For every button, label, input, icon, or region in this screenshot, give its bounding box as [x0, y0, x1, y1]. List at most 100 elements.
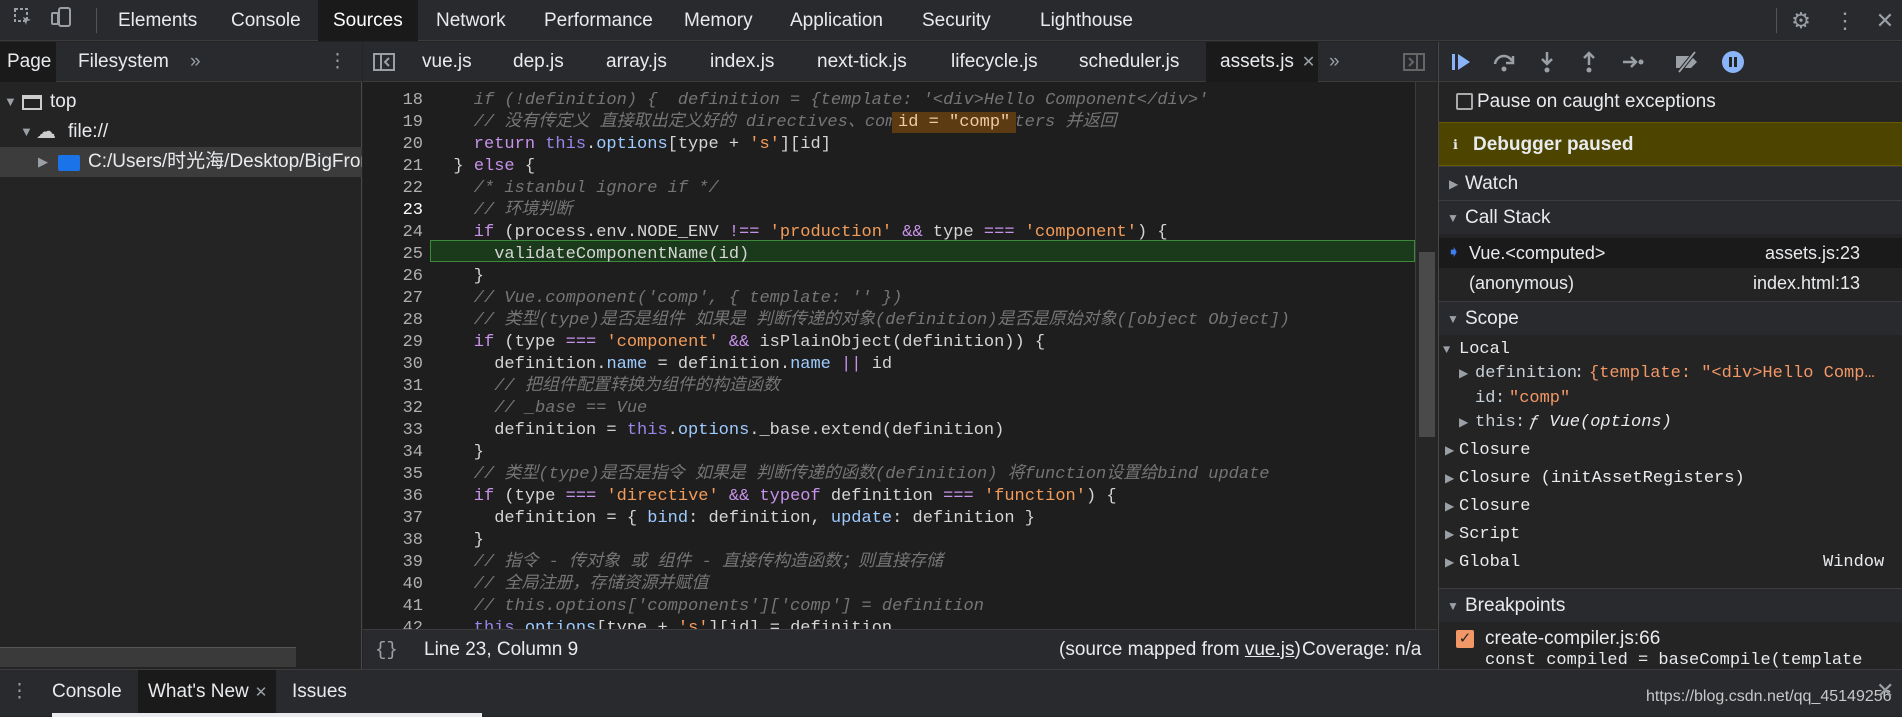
drawer-tab-console[interactable]: Console: [40, 670, 132, 714]
line-number[interactable]: 29: [363, 332, 423, 354]
line-number[interactable]: 21: [363, 156, 423, 178]
tab-console[interactable]: Console: [218, 0, 318, 41]
scope-closure-init[interactable]: ▶ Closure (initAssetRegisters): [1439, 466, 1902, 492]
scope-section-header[interactable]: ▼ Scope: [1439, 301, 1902, 335]
more-options-icon[interactable]: ⋮: [1828, 0, 1862, 41]
line-number[interactable]: 33: [363, 420, 423, 442]
line-number[interactable]: 36: [363, 486, 423, 508]
file-tab[interactable]: dep.js: [513, 42, 583, 82]
drawer-tab-whats-new[interactable]: What's New ✕: [138, 670, 276, 714]
scope-script[interactable]: ▶ Script: [1439, 522, 1902, 548]
scope-global[interactable]: ▶ Global Window: [1439, 550, 1902, 576]
step-into-icon[interactable]: [1537, 50, 1557, 80]
navigator-menu-icon[interactable]: ⋮: [328, 42, 352, 82]
scope-closure[interactable]: ▶ Closure: [1439, 438, 1902, 464]
tab-memory[interactable]: Memory: [674, 0, 770, 41]
line-number[interactable]: 35: [363, 464, 423, 486]
file-tab[interactable]: vue.js: [420, 42, 490, 82]
tree-item-folder[interactable]: ▶ C:/Users/时光海/Desktop/BigFron: [0, 147, 362, 177]
close-tab-icon[interactable]: ✕: [1302, 54, 1315, 71]
tab-network[interactable]: Network: [426, 0, 526, 41]
call-frame-row[interactable]: (anonymous) index.html:13: [1439, 268, 1902, 298]
file-tab[interactable]: next-tick.js: [817, 42, 917, 82]
line-number[interactable]: 42: [363, 618, 423, 629]
line-number[interactable]: 23: [363, 200, 423, 222]
line-number[interactable]: 37: [363, 508, 423, 530]
var-colon: :: [1515, 413, 1526, 432]
pause-caught-exceptions-row[interactable]: Pause on caught exceptions: [1439, 86, 1902, 118]
settings-gear-icon[interactable]: ⚙: [1784, 0, 1818, 41]
line-number[interactable]: 24: [363, 222, 423, 244]
file-tab[interactable]: scheduler.js: [1079, 42, 1189, 82]
scope-var-id[interactable]: id : "comp": [1439, 387, 1902, 411]
vertical-scrollbar[interactable]: [1415, 82, 1437, 629]
step-out-icon[interactable]: [1579, 50, 1599, 80]
drawer-menu-icon[interactable]: ⋮: [10, 670, 29, 714]
frame-location[interactable]: index.html:13: [1753, 268, 1860, 298]
line-number[interactable]: 31: [363, 376, 423, 398]
call-frame-row[interactable]: ➧ Vue.<computed> assets.js:23: [1439, 238, 1902, 268]
line-number[interactable]: 40: [363, 574, 423, 596]
close-devtools-icon[interactable]: ✕: [1868, 0, 1902, 41]
pause-on-exceptions-icon[interactable]: [1721, 50, 1745, 80]
toggle-debugger-icon[interactable]: [1403, 42, 1431, 82]
code-area[interactable]: 18 if (!definition) { definition = {temp…: [363, 82, 1415, 629]
call-stack-section-header[interactable]: ▼ Call Stack: [1439, 200, 1902, 234]
scope-local[interactable]: ▼ Local: [1439, 337, 1902, 363]
tab-page[interactable]: Page: [0, 42, 56, 82]
tab-performance[interactable]: Performance: [534, 0, 662, 41]
file-tab-active[interactable]: assets.js ✕: [1206, 42, 1318, 82]
line-number[interactable]: 26: [363, 266, 423, 288]
file-tab[interactable]: index.js: [710, 42, 790, 82]
scope-var-definition[interactable]: ▶ definition : {template: "<div>Hello Co…: [1439, 362, 1902, 386]
source-map-prefix: (source mapped from: [1059, 639, 1245, 660]
pretty-print-icon[interactable]: {}: [375, 630, 398, 670]
drawer-tab-issues[interactable]: Issues: [282, 670, 362, 714]
file-tab[interactable]: lifecycle.js: [951, 42, 1051, 82]
line-number[interactable]: 30: [363, 354, 423, 376]
step-icon[interactable]: [1621, 50, 1645, 80]
scope-closure[interactable]: ▶ Closure: [1439, 494, 1902, 520]
tab-security[interactable]: Security: [912, 0, 1022, 41]
line-number[interactable]: 41: [363, 596, 423, 618]
more-tabs-chevron-icon[interactable]: »: [190, 42, 214, 82]
line-number[interactable]: 25: [363, 244, 423, 266]
tree-item-origin[interactable]: ▼ ☁ file://: [0, 117, 362, 147]
line-number[interactable]: 39: [363, 552, 423, 574]
scrollbar-thumb[interactable]: [1419, 252, 1435, 437]
tab-lighthouse[interactable]: Lighthouse: [1030, 0, 1160, 41]
tab-elements[interactable]: Elements: [108, 0, 204, 41]
pause-caught-checkbox[interactable]: [1456, 93, 1473, 110]
line-number[interactable]: 34: [363, 442, 423, 464]
tree-item-top[interactable]: ▼ top: [0, 87, 362, 117]
tab-filesystem[interactable]: Filesystem: [70, 42, 180, 82]
resume-icon[interactable]: [1449, 50, 1473, 80]
line-number[interactable]: 28: [363, 310, 423, 332]
more-tabs-chevron-icon[interactable]: »: [1329, 42, 1351, 82]
line-number[interactable]: 38: [363, 530, 423, 552]
breakpoint-code[interactable]: const compiled = baseCompile(template: [1439, 650, 1902, 669]
tab-sources[interactable]: Sources: [318, 0, 418, 41]
file-tab[interactable]: array.js: [606, 42, 686, 82]
frame-location[interactable]: assets.js:23: [1765, 238, 1860, 268]
horizontal-scrollbar[interactable]: [0, 647, 296, 667]
line-number[interactable]: 20: [363, 134, 423, 156]
line-number[interactable]: 22: [363, 178, 423, 200]
inspect-element-icon[interactable]: [6, 0, 40, 41]
line-number[interactable]: 27: [363, 288, 423, 310]
line-number[interactable]: 32: [363, 398, 423, 420]
source-map-link[interactable]: vue.js: [1245, 639, 1295, 660]
toggle-navigator-icon[interactable]: [373, 42, 403, 82]
watch-section-header[interactable]: ▶ Watch: [1439, 166, 1902, 200]
line-number[interactable]: 19: [363, 112, 423, 134]
device-toolbar-icon[interactable]: [44, 0, 78, 41]
step-over-icon[interactable]: [1491, 50, 1517, 80]
close-tab-icon[interactable]: ✕: [255, 684, 268, 701]
close-drawer-icon[interactable]: ✕: [1876, 678, 1894, 704]
scope-var-this[interactable]: ▶ this : ƒ Vue(options): [1439, 411, 1902, 435]
deactivate-breakpoints-icon[interactable]: [1673, 50, 1701, 80]
tab-application[interactable]: Application: [780, 0, 910, 41]
breakpoints-section-header[interactable]: ▼ Breakpoints: [1439, 588, 1902, 622]
line-number[interactable]: 18: [363, 90, 423, 112]
breakpoint-checkbox[interactable]: ✓: [1456, 630, 1474, 648]
